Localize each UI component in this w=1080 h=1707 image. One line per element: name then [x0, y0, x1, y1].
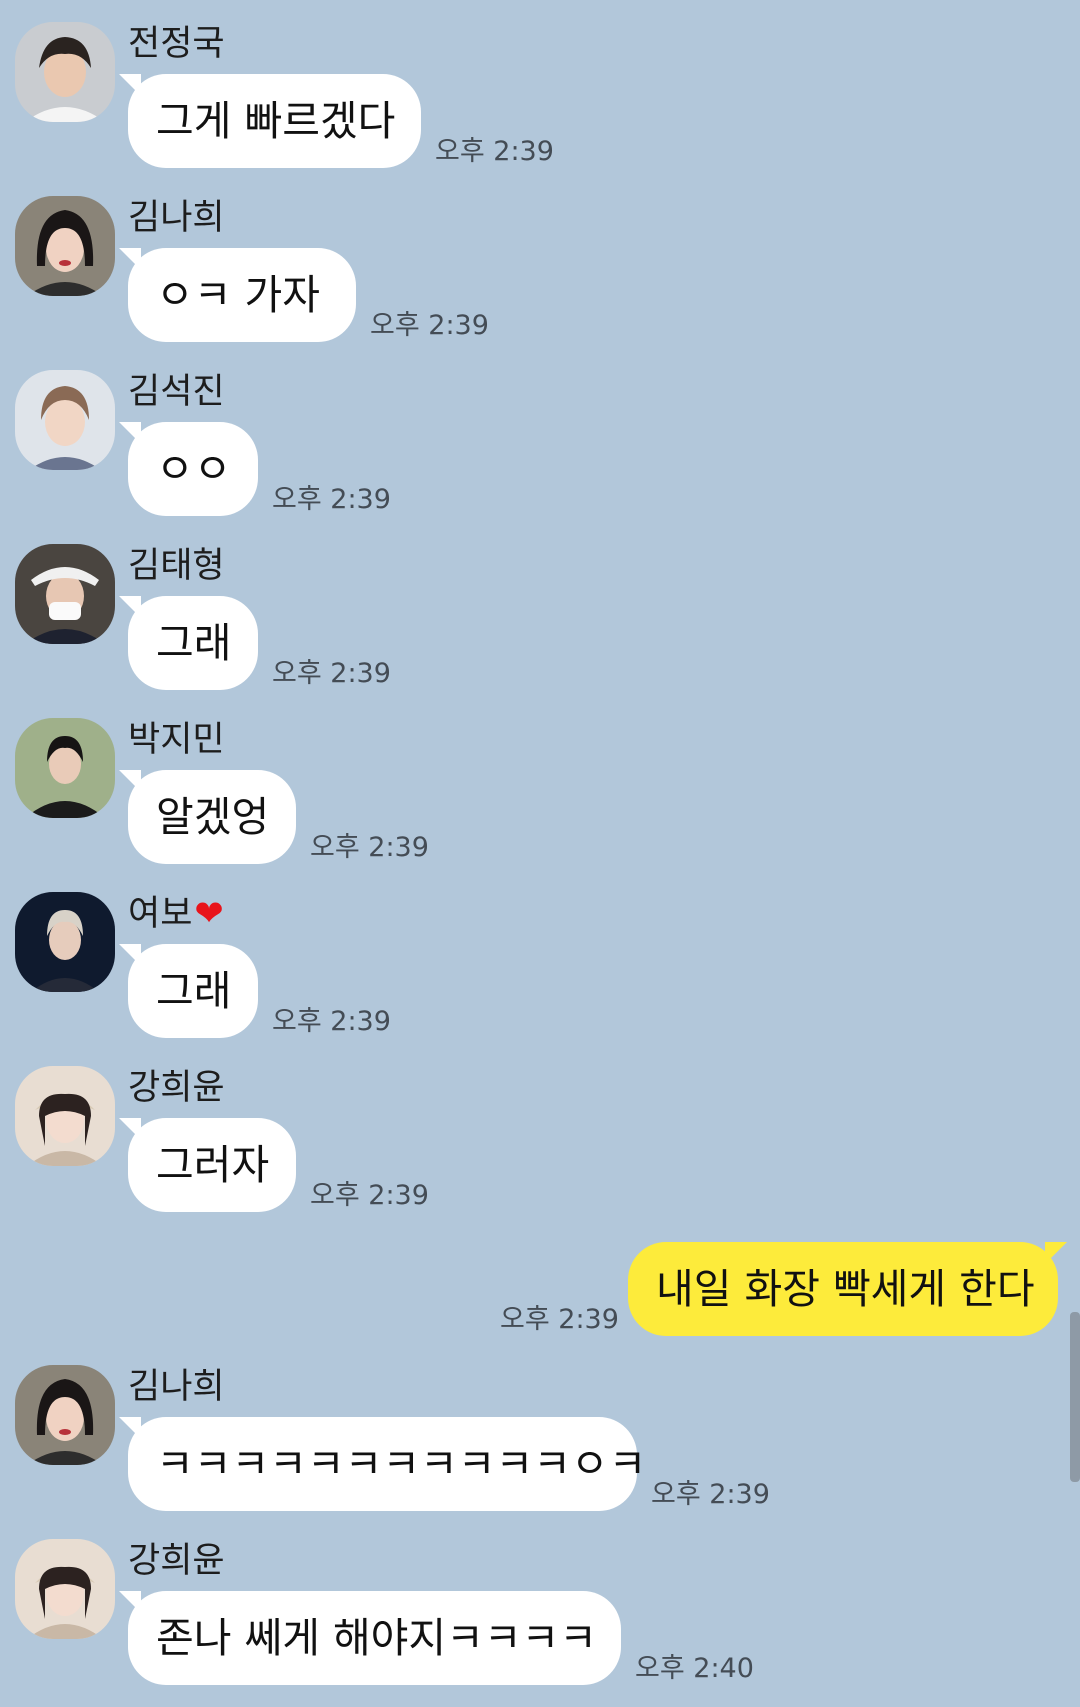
sender-name: 김석진	[128, 372, 225, 412]
avatar[interactable]	[15, 892, 115, 992]
heart-icon: ❤	[194, 894, 224, 934]
message-time: 오후 2:39	[272, 484, 391, 515]
message-bubble[interactable]: 내일 화장 빡세게 한다	[628, 1242, 1067, 1336]
avatar[interactable]	[15, 1066, 115, 1166]
message-bubble[interactable]: 그러자	[119, 1118, 296, 1212]
chat-room: 전정국 그게 빠르겠다 오후 2:39 김나희 ㅇㅋ 가자 오후 2:39 김석…	[0, 0, 1080, 1707]
sender-name: 김나희	[128, 198, 225, 238]
sender-name: 강희윤	[128, 1541, 225, 1581]
sender-name: 박지민	[128, 720, 225, 760]
message-time: 오후 2:39	[435, 136, 554, 167]
message-bubble[interactable]: 알겠엉	[119, 770, 296, 864]
sender-name: 김태형	[128, 546, 225, 586]
sender-name: 강희윤	[128, 1068, 225, 1108]
message-time: 오후 2:39	[272, 1006, 391, 1037]
message-bubble[interactable]: ㅋㅋㅋㅋㅋㅋㅋㅋㅋㅋㅋㅇㅋ	[119, 1417, 646, 1511]
message-time: 오후 2:40	[635, 1653, 754, 1684]
avatar[interactable]	[15, 718, 115, 818]
message-time: 오후 2:39	[310, 1180, 429, 1211]
message-time: 오후 2:39	[500, 1304, 619, 1335]
message-bubble[interactable]: 그게 빠르겠다	[119, 74, 421, 168]
message-time: 오후 2:39	[370, 310, 489, 341]
avatar[interactable]	[15, 1539, 115, 1639]
avatar[interactable]	[15, 22, 115, 122]
message-bubble[interactable]: ㅇㅋ 가자	[119, 248, 356, 342]
sender-name: 여보❤	[128, 892, 224, 936]
avatar[interactable]	[15, 196, 115, 296]
message-time: 오후 2:39	[272, 658, 391, 689]
message-bubble[interactable]: 존나 쎄게 해야지ㅋㅋㅋㅋ	[119, 1591, 621, 1685]
avatar[interactable]	[15, 1365, 115, 1465]
avatar[interactable]	[15, 370, 115, 470]
message-bubble[interactable]: ㅇㅇ	[119, 422, 258, 516]
message-time: 오후 2:39	[651, 1479, 770, 1510]
sender-name: 전정국	[128, 24, 225, 64]
message-bubble[interactable]: 그래	[119, 596, 258, 690]
avatar[interactable]	[15, 544, 115, 644]
message-time: 오후 2:39	[310, 832, 429, 863]
message-bubble[interactable]: 그래	[119, 944, 258, 1038]
sender-name-text: 여보	[128, 894, 193, 934]
scrollbar[interactable]	[1070, 1312, 1080, 1482]
sender-name: 김나희	[128, 1367, 225, 1407]
